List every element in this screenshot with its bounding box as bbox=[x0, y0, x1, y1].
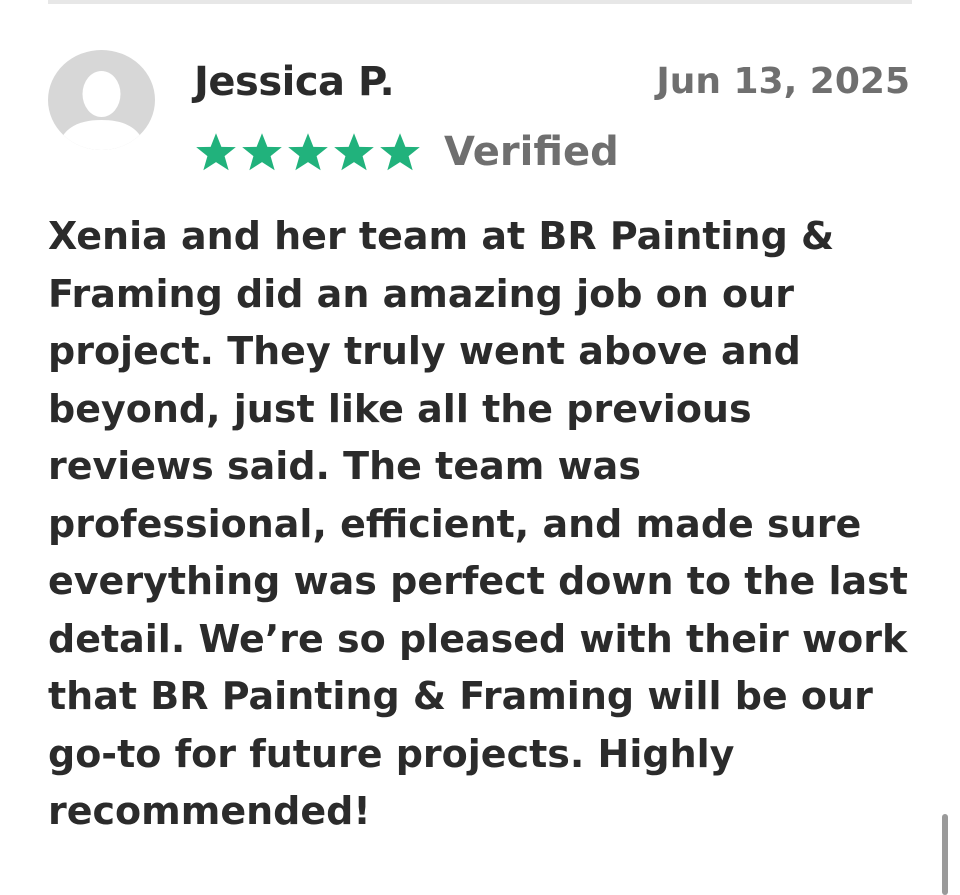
star-filled-icon bbox=[240, 131, 284, 173]
star-filled-icon bbox=[194, 131, 238, 173]
user-avatar-placeholder-icon bbox=[48, 50, 155, 150]
reviewer-name: Jessica P. bbox=[194, 59, 395, 105]
star-filled-icon bbox=[332, 131, 376, 173]
rating-row: Verified bbox=[194, 122, 619, 182]
review-date: Jun 13, 2025 bbox=[656, 61, 910, 102]
star-filled-icon bbox=[378, 131, 422, 173]
star-filled-icon bbox=[286, 131, 330, 173]
review-text: Xenia and her team at BR Painting & Fram… bbox=[48, 214, 908, 833]
top-divider bbox=[48, 0, 912, 4]
verified-badge: Verified bbox=[444, 129, 619, 175]
avatar bbox=[48, 50, 155, 150]
scrollbar-thumb[interactable] bbox=[942, 814, 948, 895]
star-rating bbox=[194, 131, 422, 173]
